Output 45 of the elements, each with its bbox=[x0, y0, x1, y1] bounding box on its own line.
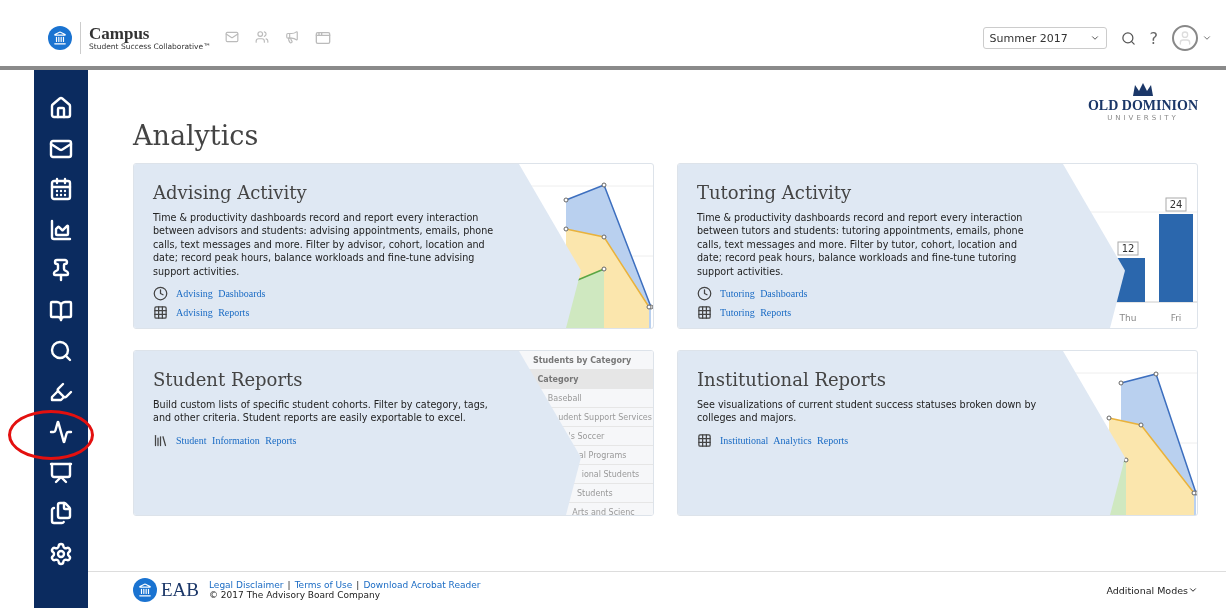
report-link[interactable]: Student Information Reports bbox=[176, 434, 297, 446]
crown-icon bbox=[1130, 82, 1155, 98]
eab-wordmark: EAB bbox=[161, 579, 199, 601]
link-separator: | bbox=[356, 580, 360, 590]
card-description: Time & productivity dashboards record and report every interaction between advisors and students: advising appointments, emails, phone calls, text messages and more. Filter by advisor, cohort, location and date; record peak hours, balance workloads and fine-tune advising support activities. bbox=[153, 211, 495, 279]
card-title: Student Reports bbox=[153, 369, 303, 390]
bar-value-label: 24 bbox=[1169, 199, 1183, 210]
card-title: Tutoring Activity bbox=[697, 182, 852, 203]
caret-icon[interactable] bbox=[1202, 33, 1212, 43]
table-icon bbox=[697, 305, 712, 321]
clock-icon bbox=[697, 286, 712, 302]
help-button[interactable]: ? bbox=[1149, 28, 1158, 48]
report-link[interactable]: Advising Reports bbox=[176, 307, 250, 319]
footer-link[interactable]: Terms of Use bbox=[294, 580, 353, 590]
report-link[interactable]: Institutional Analytics Reports bbox=[720, 434, 849, 446]
caret-icon bbox=[1188, 585, 1198, 595]
page-title: Analytics bbox=[133, 120, 259, 151]
term-select[interactable]: Summer 2017 bbox=[982, 27, 1107, 49]
search-icon[interactable] bbox=[1120, 30, 1136, 46]
card-title: Institutional Reports bbox=[697, 369, 887, 390]
eab-logo-icon bbox=[133, 578, 157, 602]
report-link[interactable]: Tutoring Reports bbox=[720, 307, 792, 319]
report-link[interactable]: Advising Dashboards bbox=[176, 288, 266, 300]
axis-label: Fri bbox=[1170, 313, 1182, 323]
footer-link[interactable]: Download Acrobat Reader bbox=[363, 580, 481, 590]
caret-icon bbox=[1089, 33, 1100, 43]
clock-icon bbox=[153, 286, 168, 302]
axis-label: Thu bbox=[1119, 313, 1137, 323]
additional-modes-menu[interactable]: Additional Modes bbox=[1106, 584, 1188, 596]
card-description: Build custom lists of specific student cohorts. Filter by category, tags, and other criteria. Student reports are easily exportable to excel. bbox=[153, 398, 489, 425]
brand-name: Campus bbox=[89, 25, 150, 42]
campus-logo-icon[interactable] bbox=[48, 26, 72, 50]
footer-link[interactable]: Legal Disclaimer bbox=[209, 580, 284, 590]
link-separator: | bbox=[287, 580, 291, 590]
bar-value-label: 12 bbox=[1121, 243, 1135, 254]
table-icon bbox=[697, 432, 712, 448]
report-link[interactable]: Tutoring Dashboards bbox=[720, 288, 808, 300]
copyright-text: © 2017 The Advisory Board Company bbox=[209, 590, 381, 600]
card-description: See visualizations of current student success statuses broken down by colleges and majors. bbox=[697, 398, 1038, 425]
table-icon bbox=[153, 305, 168, 321]
card-description: Time & productivity dashboards record and report every interaction between tutors and students: tutoring appointments, emails, phone calls, text messages and more. Filter by tutor, cohort, location and date; record peak hours, balance workloads and fine-tune tutoring support activities. bbox=[697, 211, 1025, 279]
avatar[interactable] bbox=[1172, 25, 1198, 51]
books-icon bbox=[153, 432, 168, 448]
pulse-button[interactable] bbox=[47, 418, 75, 446]
card-title: Advising Activity bbox=[153, 182, 307, 203]
